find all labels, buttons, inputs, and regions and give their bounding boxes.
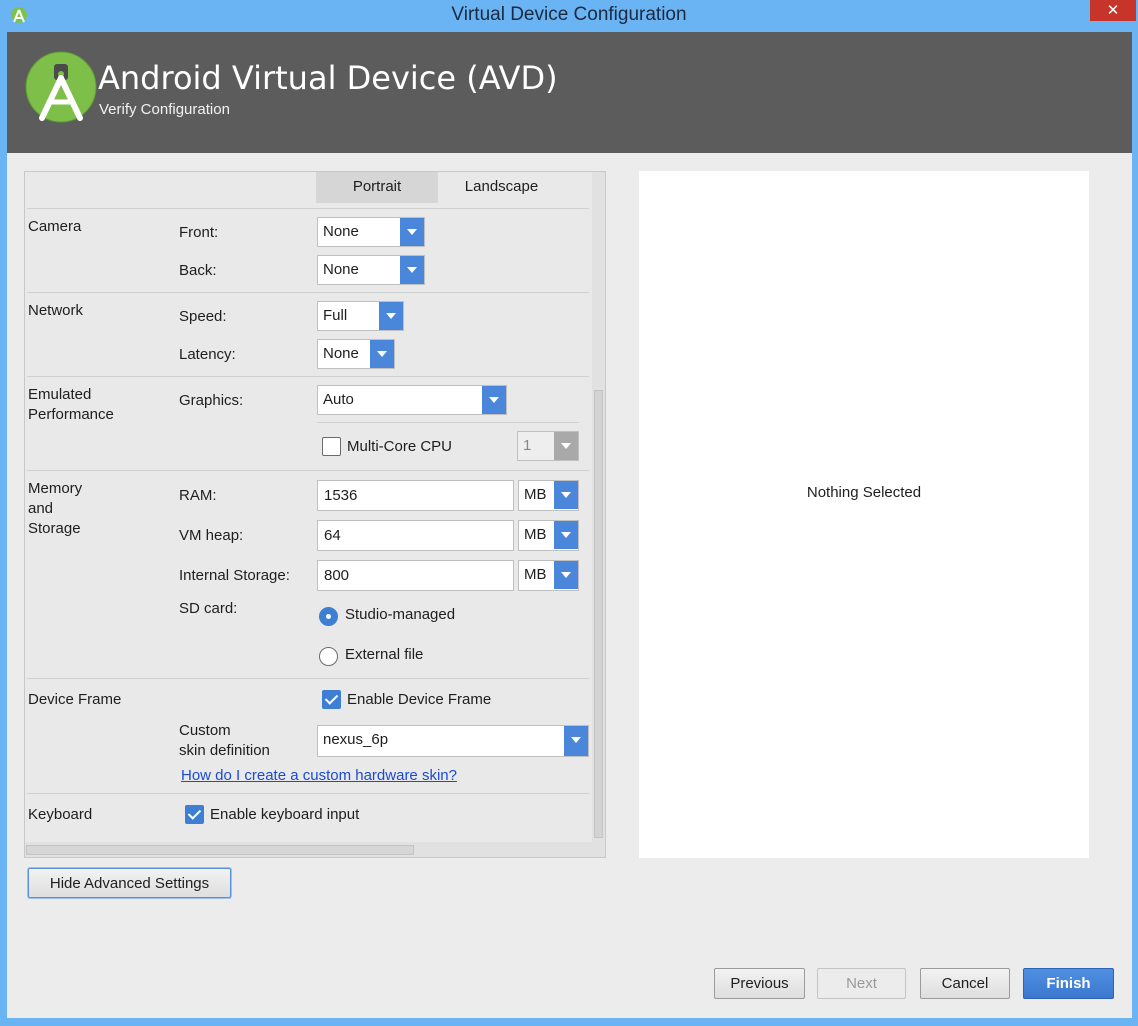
enable-device-frame-checkbox[interactable] [322, 690, 341, 709]
camera-back-value: None [323, 261, 359, 278]
divider [27, 292, 589, 293]
chevron-down-icon [482, 386, 506, 414]
network-latency-select[interactable]: None [317, 339, 395, 369]
cpu-cores-value: 1 [523, 437, 532, 454]
vertical-scrollbar-thumb[interactable] [594, 390, 603, 838]
enable-device-frame-label: Enable Device Frame [347, 691, 492, 708]
network-speed-select[interactable]: Full [317, 301, 404, 331]
internal-storage-unit-select[interactable]: MB [518, 560, 579, 591]
keyboard-section-label: Keyboard [28, 806, 93, 823]
divider [27, 470, 589, 471]
divider [27, 678, 589, 679]
cpu-cores-select[interactable]: 1 [517, 431, 579, 461]
custom-skin-label-1: Custom [179, 722, 231, 739]
sd-external-file-label: External file [345, 646, 424, 663]
sd-external-file-radio[interactable] [319, 647, 338, 666]
chevron-down-icon [370, 340, 394, 368]
divider [27, 793, 589, 794]
divider [317, 422, 579, 423]
internal-storage-unit-value: MB [524, 566, 547, 583]
network-speed-value: Full [323, 307, 348, 324]
ram-input[interactable]: 1536 [317, 480, 514, 511]
memory-section-label-1: Memory [28, 480, 83, 497]
sdcard-label: SD card: [179, 600, 238, 617]
network-latency-value: None [323, 345, 359, 362]
cancel-button[interactable]: Cancel [920, 968, 1010, 999]
advanced-settings-panel: Portrait Landscape Camera Front: None Ba… [24, 171, 606, 858]
graphics-label: Graphics: [179, 392, 244, 409]
custom-skin-help-link[interactable]: How do I create a custom hardware skin? [181, 767, 457, 784]
skin-definition-select[interactable]: nexus_6p [317, 725, 589, 757]
vmheap-input[interactable]: 64 [317, 520, 514, 551]
custom-skin-label-2: skin definition [179, 742, 270, 759]
window-titlebar: Virtual Device Configuration ✕ [0, 0, 1138, 32]
camera-front-value: None [323, 223, 359, 240]
chevron-down-icon [400, 256, 424, 284]
tab-landscape[interactable]: Landscape [438, 172, 565, 203]
divider [27, 376, 589, 377]
dialog-frame: Android Virtual Device (AVD) Verify Conf… [7, 32, 1132, 1018]
window-title: Virtual Device Configuration [451, 4, 687, 25]
multicore-cpu-label: Multi-Core CPU [347, 438, 453, 455]
device-preview-pane: Nothing Selected [639, 171, 1089, 858]
camera-section-label: Camera [28, 218, 82, 235]
enable-keyboard-checkbox[interactable] [185, 805, 204, 824]
android-studio-logo-icon [25, 51, 97, 123]
chevron-down-icon [554, 521, 578, 549]
horizontal-scrollbar-thumb[interactable] [26, 845, 414, 855]
next-button[interactable]: Next [817, 968, 906, 999]
internal-storage-input[interactable]: 800 [317, 560, 514, 591]
chevron-down-icon [554, 561, 578, 589]
camera-front-label: Front: [179, 224, 219, 241]
internal-storage-label: Internal Storage: [179, 567, 290, 584]
chevron-down-icon [400, 218, 424, 246]
ram-unit-select[interactable]: MB [518, 480, 579, 511]
network-latency-label: Latency: [179, 346, 236, 363]
divider [27, 208, 589, 209]
horizontal-scrollbar[interactable] [25, 842, 605, 857]
chevron-down-icon [554, 432, 578, 460]
chevron-down-icon [379, 302, 403, 330]
performance-section-label-2: Performance [28, 406, 114, 423]
memory-section-label-2: and [28, 500, 54, 517]
graphics-select[interactable]: Auto [317, 385, 507, 415]
finish-button[interactable]: Finish [1023, 968, 1114, 999]
window-bottom-border [0, 1018, 1138, 1026]
tab-portrait[interactable]: Portrait [316, 172, 438, 203]
page-subtitle: Verify Configuration [99, 101, 230, 118]
performance-section-label-1: Emulated [28, 386, 92, 403]
sd-studio-managed-radio[interactable] [319, 607, 338, 626]
page-title: Android Virtual Device (AVD) [98, 59, 558, 97]
network-speed-label: Speed: [179, 308, 227, 325]
hide-advanced-settings-button[interactable]: Hide Advanced Settings [28, 868, 231, 898]
preview-empty-text: Nothing Selected [806, 484, 922, 501]
graphics-value: Auto [323, 391, 354, 408]
chevron-down-icon [564, 726, 588, 756]
chevron-down-icon [554, 481, 578, 509]
vertical-scrollbar[interactable] [592, 172, 605, 842]
camera-front-select[interactable]: None [317, 217, 425, 247]
enable-keyboard-label: Enable keyboard input [210, 806, 360, 823]
ram-label: RAM: [179, 487, 217, 504]
close-icon[interactable]: ✕ [1090, 0, 1136, 21]
camera-back-select[interactable]: None [317, 255, 425, 285]
camera-back-label: Back: [179, 262, 217, 279]
network-section-label: Network [28, 302, 84, 319]
ram-unit-value: MB [524, 486, 547, 503]
header-banner: Android Virtual Device (AVD) Verify Conf… [7, 32, 1132, 153]
vmheap-unit-select[interactable]: MB [518, 520, 579, 551]
device-frame-section-label: Device Frame [28, 691, 122, 708]
skin-definition-value: nexus_6p [323, 731, 389, 748]
sd-studio-managed-label: Studio-managed [345, 606, 456, 623]
vmheap-label: VM heap: [179, 527, 244, 544]
memory-section-label-3: Storage [28, 520, 81, 537]
multicore-cpu-checkbox[interactable] [322, 437, 341, 456]
vmheap-unit-value: MB [524, 526, 547, 543]
previous-button[interactable]: Previous [714, 968, 805, 999]
